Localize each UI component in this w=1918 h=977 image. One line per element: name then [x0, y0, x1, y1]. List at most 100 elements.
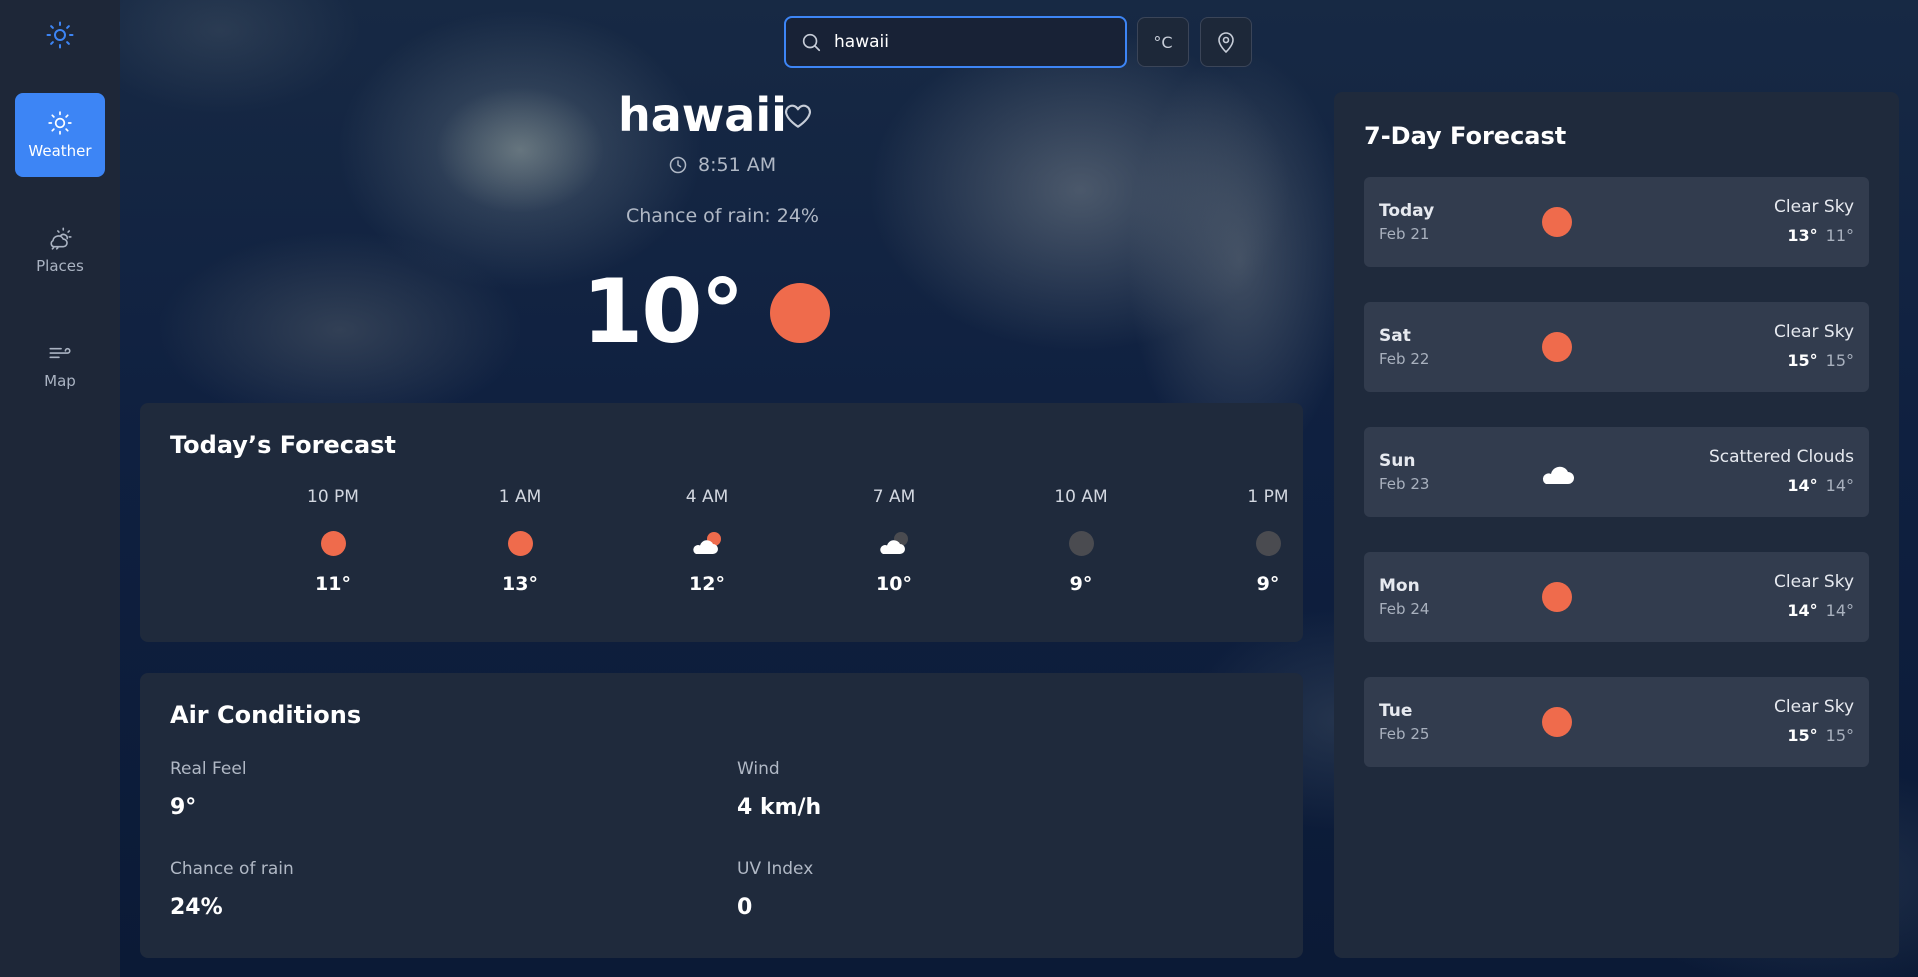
hour-time: 1 AM	[498, 487, 542, 507]
seven-day-forecast-panel: 7-Day Forecast Today Feb 21 Clear Sky 13…	[1334, 92, 1899, 958]
moon-icon	[1255, 530, 1281, 556]
hour-time: 7 AM	[872, 487, 916, 507]
sun-icon	[770, 283, 830, 343]
map-pin-icon	[1218, 32, 1234, 53]
panel-title: 7-Day Forecast	[1364, 122, 1567, 150]
day-name: Sat	[1379, 326, 1411, 346]
panel-title: Air Conditions	[170, 701, 362, 729]
day-name: Today	[1379, 201, 1435, 221]
day-temps: 14° 14°	[1787, 476, 1854, 495]
sidebar-item-weather[interactable]: Weather	[15, 93, 105, 177]
hour-item: 10 AM 9°	[1021, 487, 1141, 595]
sun-icon	[1542, 207, 1572, 237]
sidebar: Weather Places Map	[0, 0, 120, 977]
search-box[interactable]	[784, 16, 1127, 68]
day-high: 15°	[1787, 351, 1818, 370]
chance-of-rain-text: Chance of rain: 24%	[626, 205, 819, 227]
metric-wind: Wind 4 km/h	[737, 759, 821, 820]
metric-value: 24%	[170, 895, 223, 920]
day-high: 13°	[1787, 226, 1818, 245]
hour-temp: 12°	[689, 573, 725, 595]
forecast-day-row[interactable]: Sun Feb 23 Scattered Clouds 14° 14°	[1364, 427, 1869, 517]
sun-icon	[1542, 707, 1572, 737]
time-text: 8:51 AM	[698, 154, 777, 176]
hour-temp: 9°	[1256, 573, 1280, 595]
metric-value: 9°	[170, 795, 197, 820]
metric-real-feel: Real Feel 9°	[170, 759, 247, 820]
day-temps: 13° 11°	[1787, 226, 1854, 245]
metric-label: Real Feel	[170, 759, 247, 779]
todays-forecast-panel: Today’s Forecast 10 PM 11° 1 AM 13° 4 AM…	[140, 403, 1303, 642]
sun-icon	[1542, 332, 1572, 362]
cloud-sun-icon	[50, 227, 72, 250]
hour-temp: 9°	[1069, 573, 1093, 595]
forecast-day-row[interactable]: Sat Feb 22 Clear Sky 15° 15°	[1364, 302, 1869, 392]
moon-icon	[1068, 530, 1094, 556]
day-condition: Scattered Clouds	[1708, 447, 1854, 467]
panel-title: Today’s Forecast	[170, 431, 396, 459]
day-name: Mon	[1379, 576, 1420, 596]
hour-temp: 13°	[502, 573, 538, 595]
day-temps: 15° 15°	[1787, 351, 1854, 370]
sun-icon	[1542, 582, 1572, 612]
forecast-day-row[interactable]: Tue Feb 25 Clear Sky 15° 15°	[1364, 677, 1869, 767]
app-logo-sun-icon	[46, 21, 74, 49]
day-date: Feb 22	[1379, 350, 1430, 368]
sun-icon	[48, 111, 72, 135]
day-low: 14°	[1825, 601, 1854, 620]
day-high: 15°	[1787, 726, 1818, 745]
day-condition: Clear Sky	[1774, 697, 1854, 717]
sidebar-item-map[interactable]: Map	[15, 323, 105, 407]
city-name: hawaii	[618, 88, 787, 142]
favorite-heart-icon[interactable]	[782, 100, 814, 132]
day-low: 14°	[1825, 476, 1854, 495]
clock-icon	[669, 156, 687, 174]
hour-time: 10 PM	[307, 487, 359, 507]
hour-time: 10 AM	[1054, 487, 1108, 507]
day-low: 15°	[1825, 726, 1854, 745]
sidebar-item-label: Weather	[28, 142, 92, 160]
day-condition: Clear Sky	[1774, 322, 1854, 342]
sidebar-item-label: Map	[44, 372, 76, 390]
current-temperature: 10°	[582, 260, 744, 363]
cloud-moon-icon	[880, 532, 908, 554]
air-conditions-panel: Air Conditions Real Feel 9° Wind 4 km/h …	[140, 673, 1303, 958]
sun-icon	[320, 530, 346, 556]
hour-temp: 10°	[876, 573, 912, 595]
day-name: Sun	[1379, 451, 1416, 471]
metric-label: UV Index	[737, 859, 814, 879]
day-date: Feb 25	[1379, 725, 1430, 743]
unit-toggle-button[interactable]: °C	[1137, 17, 1189, 67]
forecast-day-row[interactable]: Today Feb 21 Clear Sky 13° 11°	[1364, 177, 1869, 267]
day-condition: Clear Sky	[1774, 197, 1854, 217]
hour-item: 7 AM 10°	[834, 487, 954, 595]
day-date: Feb 23	[1379, 475, 1430, 493]
wind-icon	[49, 347, 71, 359]
sidebar-item-places[interactable]: Places	[15, 208, 105, 292]
metric-chance-of-rain: Chance of rain 24%	[170, 859, 294, 920]
search-icon	[802, 33, 821, 52]
day-date: Feb 24	[1379, 600, 1430, 618]
metric-uv-index: UV Index 0	[737, 859, 813, 920]
hour-time: 4 AM	[685, 487, 729, 507]
metric-label: Wind	[737, 759, 780, 779]
hour-item: 10 PM 11°	[273, 487, 393, 595]
metric-value: 4 km/h	[737, 795, 822, 820]
day-name: Tue	[1379, 701, 1413, 721]
day-high: 14°	[1787, 601, 1818, 620]
day-condition: Clear Sky	[1774, 572, 1854, 592]
metric-label: Chance of rain	[170, 859, 294, 879]
day-temps: 15° 15°	[1787, 726, 1854, 745]
search-input[interactable]	[834, 32, 1094, 52]
hour-item: 4 AM 12°	[647, 487, 767, 595]
hour-item: 1 PM 9°	[1208, 487, 1328, 595]
sun-icon	[507, 530, 533, 556]
local-time: 8:51 AM	[668, 154, 776, 176]
forecast-day-row[interactable]: Mon Feb 24 Clear Sky 14° 14°	[1364, 552, 1869, 642]
current-location-button[interactable]	[1200, 17, 1252, 67]
hour-item: 1 AM 13°	[460, 487, 580, 595]
sidebar-item-label: Places	[36, 257, 84, 275]
day-low: 15°	[1825, 351, 1854, 370]
cloud-sun-icon	[693, 532, 721, 554]
cloud-icon	[1542, 466, 1574, 484]
